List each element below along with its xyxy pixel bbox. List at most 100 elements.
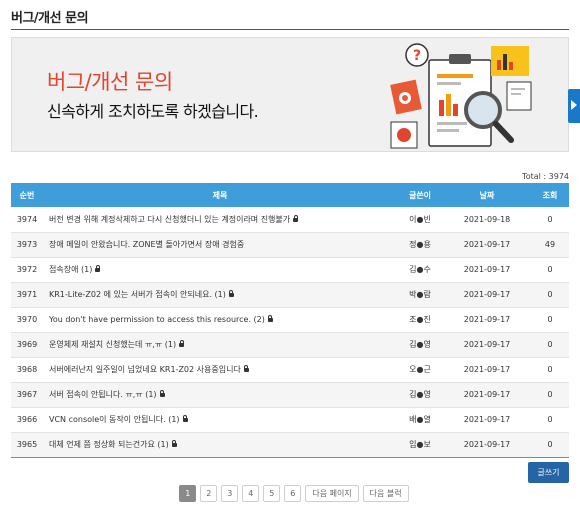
- report-illustration-icon: ?: [390, 43, 532, 149]
- row-author: 배●열: [397, 407, 443, 433]
- page-button-1[interactable]: 1: [179, 485, 197, 502]
- row-author: 김●수: [397, 257, 443, 283]
- row-title-cell: You don't have permission to access this…: [43, 307, 397, 333]
- next-block-button[interactable]: 다음 블럭: [362, 485, 409, 502]
- row-number: 3966: [11, 407, 43, 433]
- row-author: 정●용: [397, 232, 443, 258]
- row-number: 3967: [11, 382, 43, 408]
- row-number: 3971: [11, 282, 43, 308]
- page-button-6[interactable]: 6: [284, 485, 302, 502]
- row-number: 3974: [11, 207, 43, 233]
- row-number: 3973: [11, 232, 43, 258]
- post-title-link[interactable]: 장애 메일이 안왔습니다. ZONE별 돌아가면서 장애 경험중: [49, 240, 244, 249]
- row-date: 2021-09-17: [443, 232, 531, 258]
- row-title-cell: 버전 변경 위해 계정삭제하고 다시 신청했더니 있는 계정이라며 진행불가: [43, 207, 397, 233]
- table-row[interactable]: 3973 장애 메일이 안왔습니다. ZONE별 돌아가면서 장애 경험중 정●용 2…: [11, 232, 569, 258]
- row-author: 조●진: [397, 307, 443, 333]
- row-views: 0: [531, 307, 569, 333]
- row-author: 김●영: [397, 332, 443, 358]
- row-author: 임●보: [397, 432, 443, 458]
- post-title-link[interactable]: 서버에러난지 일주일이 넘었네요 KR1-Z02 사용중입니다: [49, 365, 241, 374]
- next-page-button[interactable]: 다음 페이지: [305, 485, 359, 502]
- column-header-title: 제목: [43, 183, 397, 207]
- post-title-link[interactable]: You don't have permission to access this…: [49, 315, 265, 324]
- post-title-link[interactable]: 버전 변경 위해 계정삭제하고 다시 신청했더니 있는 계정이라며 진행불가: [49, 215, 290, 224]
- column-header-views: 조회: [531, 183, 569, 207]
- row-author: 오●근: [397, 357, 443, 383]
- pagination: 1 2 3 4 5 6 다음 페이지 다음 블럭: [0, 485, 580, 502]
- post-title-link[interactable]: 대체 언제 쯤 정상화 되는건가요 (1): [49, 440, 169, 449]
- post-title-link[interactable]: 서버 접속이 안됩니다. ㅠ,ㅠ (1): [49, 390, 157, 399]
- row-title-cell: 운영체제 재설치 신청했는데 ㅠ,ㅠ (1): [43, 332, 397, 358]
- row-views: 0: [531, 257, 569, 283]
- row-date: 2021-09-17: [443, 432, 531, 458]
- row-date: 2021-09-17: [443, 357, 531, 383]
- post-title-link[interactable]: KR1-Lite-Z02 에 있는 서버가 접속이 안되네요. (1): [49, 290, 226, 299]
- row-author: 박●람: [397, 282, 443, 308]
- row-title-cell: 대체 언제 쯤 정상화 되는건가요 (1): [43, 432, 397, 458]
- page-button-4[interactable]: 4: [242, 485, 260, 502]
- table-row[interactable]: 3972 접속장애 (1) 김●수 2021-09-17 0: [11, 257, 569, 283]
- lock-icon: [182, 415, 188, 422]
- post-title-link[interactable]: 접속장애 (1): [49, 265, 92, 274]
- row-title-cell: KR1-Lite-Z02 에 있는 서버가 접속이 안되네요. (1): [43, 282, 397, 308]
- page-button-3[interactable]: 3: [221, 485, 239, 502]
- lock-icon: [293, 214, 299, 222]
- row-number: 3972: [11, 257, 43, 283]
- lock-icon: [95, 265, 101, 272]
- row-views: 0: [531, 357, 569, 383]
- lock-icon: [267, 315, 273, 322]
- row-views: 49: [531, 232, 569, 258]
- side-expand-tab[interactable]: [568, 89, 580, 123]
- row-date: 2021-09-18: [443, 207, 531, 233]
- row-title-cell: 서버에러난지 일주일이 넘었네요 KR1-Z02 사용중입니다: [43, 357, 397, 383]
- lock-icon: [179, 340, 185, 347]
- lock-icon: [159, 390, 165, 397]
- post-title-link[interactable]: 운영체제 재설치 신청했는데 ㅠ,ㅠ (1): [49, 340, 176, 349]
- table-row[interactable]: 3969 운영체제 재설치 신청했는데 ㅠ,ㅠ (1) 김●영 2021-09-17 0: [11, 332, 569, 358]
- table-header-row: 순번 제목 글쓴이 날짜 조회: [11, 183, 569, 207]
- banner-subheading: 신속하게 조치하도록 하겠습니다.: [47, 102, 259, 121]
- lock-icon: [243, 365, 249, 372]
- banner-heading: 버그/개선 문의: [47, 70, 173, 94]
- row-views: 0: [531, 207, 569, 233]
- write-button[interactable]: 글쓰기: [528, 462, 569, 483]
- banner: 버그/개선 문의 신속하게 조치하도록 하겠습니다. ?: [11, 37, 569, 152]
- row-date: 2021-09-17: [443, 382, 531, 408]
- lock-icon: [171, 440, 177, 447]
- row-number: 3970: [11, 307, 43, 333]
- row-title-cell: 장애 메일이 안왔습니다. ZONE별 돌아가면서 장애 경험중: [43, 232, 397, 258]
- row-views: 0: [531, 382, 569, 408]
- row-date: 2021-09-17: [443, 332, 531, 358]
- total-count: Total : 3974: [522, 172, 569, 181]
- row-number: 3969: [11, 332, 43, 358]
- row-author: 김●영: [397, 382, 443, 408]
- table-row[interactable]: 3967 서버 접속이 안됩니다. ㅠ,ㅠ (1) 김●영 2021-09-17 0: [11, 382, 569, 408]
- post-title-link[interactable]: VCN console이 동작이 안됩니다. (1): [49, 415, 180, 424]
- table-row[interactable]: 3965 대체 언제 쯤 정상화 되는건가요 (1) 임●보 2021-09-17 0: [11, 432, 569, 458]
- page-title: 버그/개선 문의: [11, 11, 89, 26]
- table-row[interactable]: 3974 버전 변경 위해 계정삭제하고 다시 신청했더니 있는 계정이라며 진행…: [11, 207, 569, 233]
- column-header-author: 글쓴이: [397, 183, 443, 207]
- row-views: 0: [531, 407, 569, 433]
- table-row[interactable]: 3966 VCN console이 동작이 안됩니다. (1) 배●열 2021-09…: [11, 407, 569, 433]
- row-views: 0: [531, 432, 569, 458]
- row-title-cell: 서버 접속이 안됩니다. ㅠ,ㅠ (1): [43, 382, 397, 408]
- chevron-right-icon: [571, 100, 577, 110]
- table-row[interactable]: 3970 You don't have permission to access …: [11, 307, 569, 333]
- table-row[interactable]: 3971 KR1-Lite-Z02 에 있는 서버가 접속이 안되네요. (1) 박…: [11, 282, 569, 308]
- row-number: 3965: [11, 432, 43, 458]
- row-title-cell: VCN console이 동작이 안됩니다. (1): [43, 407, 397, 433]
- row-views: 0: [531, 332, 569, 358]
- board-table: 순번 제목 글쓴이 날짜 조회 3974 버전 변경 위해 계정삭제하고 다시 신…: [11, 183, 569, 458]
- page-button-5[interactable]: 5: [263, 485, 281, 502]
- row-date: 2021-09-17: [443, 407, 531, 433]
- column-header-date: 날짜: [443, 183, 531, 207]
- title-divider: [11, 29, 569, 30]
- table-row[interactable]: 3968 서버에러난지 일주일이 넘었네요 KR1-Z02 사용중입니다 오●근 20…: [11, 357, 569, 383]
- lock-icon: [228, 290, 234, 297]
- page-button-2[interactable]: 2: [200, 485, 218, 502]
- row-author: 이●빈: [397, 207, 443, 233]
- row-title-cell: 접속장애 (1): [43, 257, 397, 283]
- row-views: 0: [531, 282, 569, 308]
